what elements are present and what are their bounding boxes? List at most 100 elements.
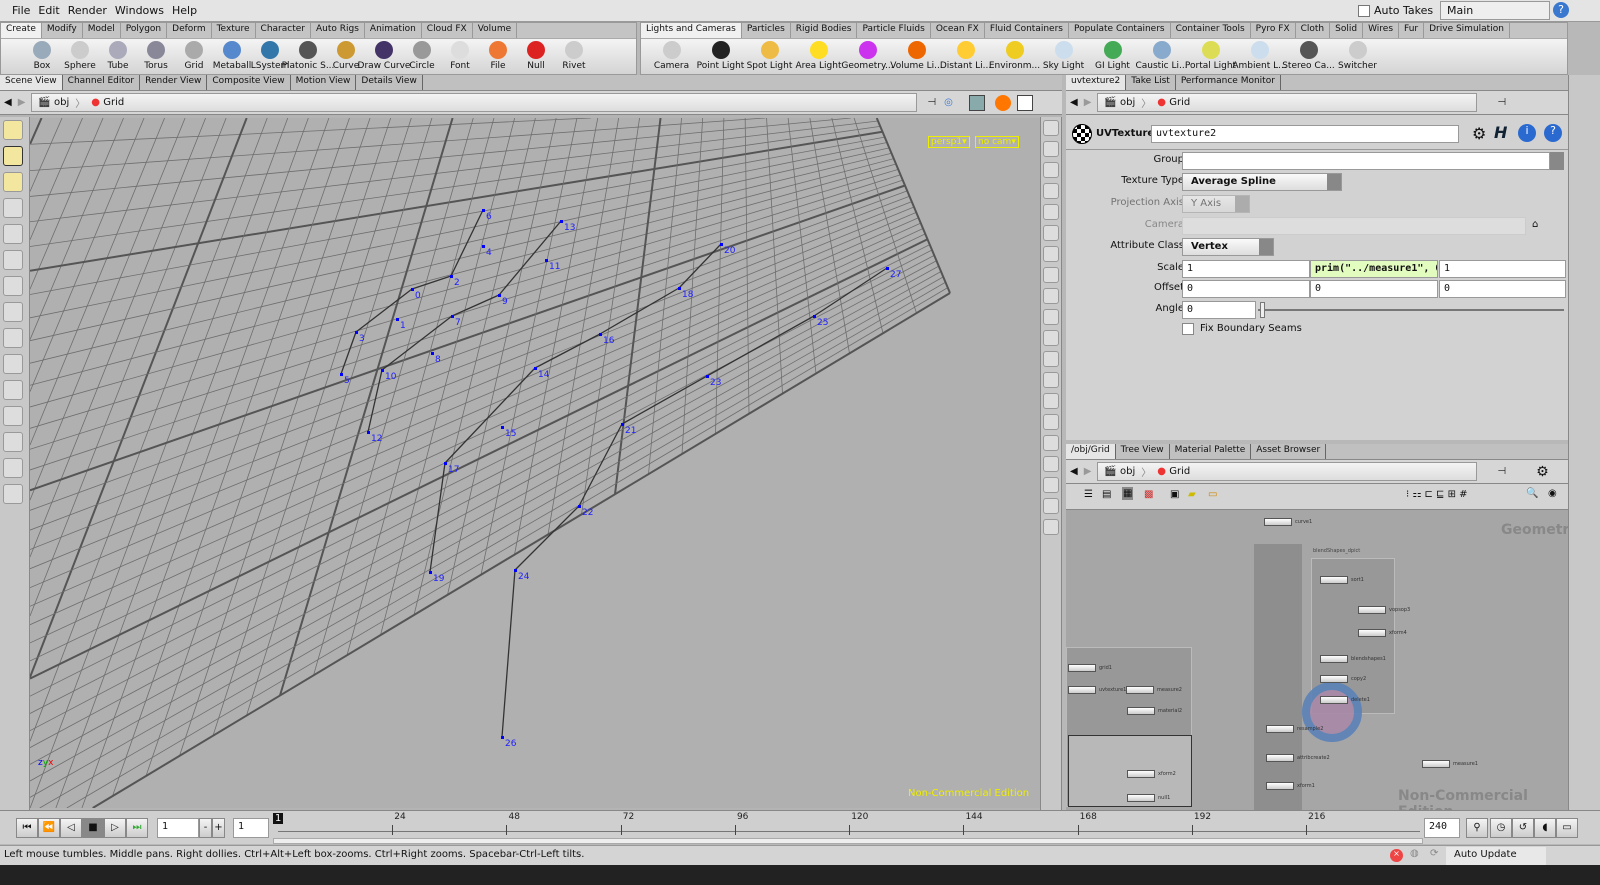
- pin-icon[interactable]: ⊣: [1497, 466, 1506, 477]
- tool-geometry-[interactable]: Geometry...: [841, 41, 894, 74]
- point-marker[interactable]: [498, 294, 501, 297]
- step-field[interactable]: 1: [233, 818, 269, 838]
- tool-rivet[interactable]: Rivet: [555, 41, 593, 74]
- no-cam-menu[interactable]: no cam▾: [975, 136, 1019, 148]
- path-bar[interactable]: 🎬 obj 〉 ● Grid: [31, 93, 918, 112]
- tool-camera[interactable]: Camera: [647, 41, 696, 74]
- render-tool-icon[interactable]: [3, 458, 23, 478]
- node-grid1[interactable]: [1068, 664, 1096, 672]
- tab-deform[interactable]: Deform: [167, 23, 212, 38]
- tool-gi-light[interactable]: GI Light: [1088, 41, 1137, 74]
- fix-seams-checkbox[interactable]: [1182, 323, 1194, 335]
- label-icon[interactable]: [1043, 456, 1059, 472]
- tab-volume[interactable]: Volume: [473, 23, 518, 38]
- current-frame-field[interactable]: 1: [157, 818, 199, 838]
- shading-sphere-icon[interactable]: [994, 94, 1011, 111]
- camera-tool-icon[interactable]: [3, 484, 23, 504]
- wireframe-icon[interactable]: [1043, 162, 1059, 178]
- back-icon[interactable]: ◀: [1070, 466, 1078, 477]
- background-icon[interactable]: [1016, 94, 1033, 111]
- point-marker[interactable]: [560, 220, 563, 223]
- handle-tool-icon[interactable]: [3, 120, 23, 140]
- tab-character[interactable]: Character: [256, 23, 311, 38]
- step-back-button[interactable]: ⏪: [38, 818, 60, 838]
- network-box-icon[interactable]: ▭: [1208, 489, 1217, 500]
- path-obj[interactable]: obj: [1120, 97, 1135, 108]
- tab-modify[interactable]: Modify: [42, 23, 83, 38]
- back-icon[interactable]: ◀: [1070, 97, 1078, 108]
- point-marker[interactable]: [429, 571, 432, 574]
- uv-icon[interactable]: [1043, 372, 1059, 388]
- node-sort1[interactable]: [1320, 576, 1348, 584]
- group-dropdown-icon[interactable]: [1550, 152, 1564, 170]
- tab-particle-fluids[interactable]: Particle Fluids: [857, 23, 931, 38]
- node-measure2[interactable]: [1126, 686, 1154, 694]
- sticky-note-icon[interactable]: ▰: [1188, 489, 1196, 500]
- offset-x-field[interactable]: 0: [1182, 280, 1310, 298]
- path-grid[interactable]: Grid: [103, 97, 124, 108]
- end-frame-field[interactable]: 240: [1424, 818, 1460, 838]
- link-icon[interactable]: ◎: [944, 97, 953, 108]
- point-marker[interactable]: [396, 318, 399, 321]
- node-material2[interactable]: [1127, 707, 1155, 715]
- tab-container-tools[interactable]: Container Tools: [1171, 23, 1251, 38]
- handle-3-tool-icon[interactable]: [3, 380, 23, 400]
- tab-composite-view[interactable]: Composite View: [207, 75, 291, 90]
- tab-populate-containers[interactable]: Populate Containers: [1069, 23, 1171, 38]
- tab-asset-browser[interactable]: Asset Browser: [1251, 444, 1327, 459]
- pose-tool-icon[interactable]: [3, 146, 23, 166]
- node-xform2[interactable]: [1127, 770, 1155, 778]
- tab-take-list[interactable]: Take List: [1126, 75, 1176, 90]
- global-settings-icon[interactable]: ▭: [1556, 818, 1578, 838]
- frame-icon[interactable]: [1043, 393, 1059, 409]
- tab-particles[interactable]: Particles: [742, 23, 791, 38]
- camera-field[interactable]: [1182, 217, 1526, 235]
- tab-create[interactable]: Create: [1, 23, 42, 38]
- forward-icon[interactable]: ▶: [1084, 97, 1092, 108]
- point-marker[interactable]: [450, 275, 453, 278]
- tab-tree-view[interactable]: Tree View: [1116, 444, 1170, 459]
- tool-distant-li-[interactable]: Distant Li...: [940, 41, 991, 74]
- zoom-icon[interactable]: 🔍: [1526, 488, 1538, 499]
- transform-tool-icon[interactable]: [3, 302, 23, 322]
- projection-axis-menu[interactable]: Y Axis: [1182, 195, 1250, 213]
- tool-stereo-ca-[interactable]: Stereo Ca...: [1282, 41, 1335, 74]
- camera-view-icon[interactable]: [1043, 141, 1059, 157]
- display-cube-icon[interactable]: [968, 94, 985, 111]
- network-mode-icon[interactable]: ▦: [1122, 487, 1134, 500]
- point-marker[interactable]: [482, 245, 485, 248]
- timeline-range-slider[interactable]: [273, 838, 1423, 844]
- houdini-h-icon[interactable]: H: [1494, 123, 1507, 142]
- node-copy2[interactable]: [1320, 675, 1348, 683]
- clock-icon[interactable]: ◷: [1490, 818, 1512, 838]
- forward-icon[interactable]: ▶: [1084, 466, 1092, 477]
- offset-y-field[interactable]: 0: [1310, 280, 1438, 298]
- align-icon[interactable]: ⁝ ⚏ ⊏ ⊑ ⊞ #: [1406, 489, 1468, 500]
- handle-4-tool-icon[interactable]: [3, 406, 23, 426]
- tool-portal-light[interactable]: Portal Light: [1185, 41, 1236, 74]
- tab-motion-view[interactable]: Motion View: [291, 75, 357, 90]
- info-icon[interactable]: i: [1518, 124, 1536, 142]
- desktop-select[interactable]: Main: [1440, 1, 1550, 20]
- help-icon[interactable]: ?: [1544, 124, 1562, 142]
- offset-z-field[interactable]: 0: [1439, 280, 1566, 298]
- point-marker[interactable]: [621, 423, 624, 426]
- handle-1-tool-icon[interactable]: [3, 328, 23, 348]
- error-icon[interactable]: ×: [1390, 849, 1403, 862]
- play-forward-button[interactable]: ▷: [104, 818, 126, 838]
- tab-ocean-fx[interactable]: Ocean FX: [931, 23, 985, 38]
- point-marker[interactable]: [886, 267, 889, 270]
- audio-icon[interactable]: ◖: [1534, 818, 1556, 838]
- gear-icon[interactable]: ⚙: [1536, 464, 1549, 480]
- stop-button[interactable]: ■: [82, 818, 104, 838]
- point-marker[interactable]: [720, 243, 723, 246]
- cache-icon[interactable]: ◍: [1410, 848, 1419, 859]
- path-grid[interactable]: Grid: [1169, 97, 1190, 108]
- loop-icon[interactable]: ↺: [1512, 818, 1534, 838]
- tool-environm-[interactable]: Environm...: [989, 41, 1040, 74]
- tab-cloth[interactable]: Cloth: [1296, 23, 1331, 38]
- scale-x-field[interactable]: 1: [1182, 260, 1310, 278]
- viewport[interactable]: 0 1 2 3 4 5 6 7 8 9 10 11 12 13 14 15 16 17 18 19 20 21 22 23 24…: [30, 118, 1040, 808]
- point-marker[interactable]: [501, 736, 504, 739]
- rotate-tool-icon[interactable]: [3, 250, 23, 270]
